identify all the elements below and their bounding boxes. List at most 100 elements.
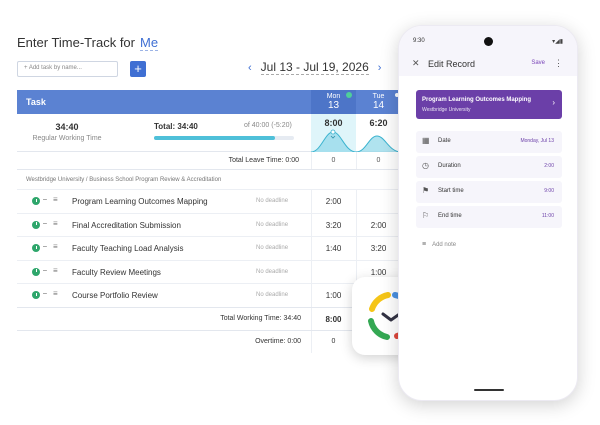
total-time: Total: 34:40	[154, 122, 198, 131]
collapse-icon[interactable]: –	[43, 243, 47, 250]
time-cell-tue[interactable]: 3:20	[356, 244, 401, 253]
time-cell-tue[interactable]: 2:00	[356, 221, 401, 230]
overtime-label: Overtime: 0:00	[255, 337, 301, 345]
project-name: Westbridge University / Business School …	[26, 177, 222, 183]
overtime-mon: 0	[331, 337, 336, 345]
end-time-field[interactable]: ⚐ End time 11:00	[416, 206, 562, 228]
date-navigator: ‹ Jul 13 - Jul 19, 2026 ›	[248, 60, 382, 75]
clock-icon[interactable]	[32, 220, 40, 229]
user-selector[interactable]: Me	[139, 35, 159, 51]
drag-handle-icon[interactable]: ≡	[53, 242, 58, 251]
total-working-mon: 8:00	[325, 314, 342, 324]
collapse-icon[interactable]: –	[43, 267, 47, 274]
drag-handle-icon[interactable]: ≡	[53, 219, 58, 228]
day-date: 14	[372, 100, 385, 111]
field-label: Start time	[438, 188, 464, 194]
drag-handle-icon[interactable]: ≡	[53, 195, 58, 204]
time-cell-mon[interactable]: 1:40	[311, 244, 356, 253]
next-week-button[interactable]: ›	[378, 62, 382, 74]
add-note-button[interactable]: ≡ Add note	[422, 241, 456, 248]
mon-total: 8:00	[324, 118, 343, 128]
deadline: No deadline	[256, 198, 289, 204]
time-cell-tue[interactable]: 1:00	[356, 268, 401, 277]
add-note-label: Add note	[432, 242, 457, 248]
progress-bar-fill	[154, 136, 276, 140]
clock-icon[interactable]	[32, 291, 40, 299]
leave-tue: 0	[376, 157, 381, 164]
clock-icon: ◷	[422, 161, 429, 170]
clock-icon[interactable]	[32, 197, 40, 205]
finish-flag-icon: ⚐	[422, 211, 430, 220]
field-value: Monday, Jul 13	[520, 138, 554, 144]
task-name[interactable]: Faculty Teaching Load Analysis	[72, 244, 183, 253]
close-icon[interactable]: ✕	[412, 58, 420, 69]
clock-icon[interactable]	[32, 244, 40, 252]
phone-header	[399, 26, 577, 76]
task-name[interactable]: Course Portfolio Review	[72, 291, 158, 300]
field-label: End time	[438, 213, 462, 219]
timesheet-table: Task Mon 13 Tue 14 34:40 Regular Working…	[17, 90, 401, 353]
calendar-icon: ▦	[422, 136, 430, 145]
day-date: 13	[327, 100, 340, 111]
overtime-row: Overtime: 0:00 0	[17, 329, 400, 353]
start-time-field[interactable]: ⚑ Start time 9:00	[416, 181, 562, 203]
regular-time-value: 34:40	[55, 122, 79, 132]
date-field[interactable]: ▦ Date Monday, Jul 13	[416, 131, 562, 153]
task-name[interactable]: Final Accreditation Submission	[72, 221, 181, 230]
column-divider	[356, 190, 357, 213]
time-cell-mon[interactable]: 3:20	[311, 221, 356, 230]
drag-handle-icon[interactable]: ≡	[53, 266, 58, 275]
duration-field[interactable]: ◷ Duration 2:00	[416, 156, 562, 178]
column-divider	[311, 260, 312, 283]
table-row[interactable]: – ≡ Faculty Review Meetings No deadline …	[17, 259, 401, 283]
drag-handle-icon[interactable]: ≡	[53, 289, 58, 298]
collapse-icon[interactable]: –	[43, 196, 47, 203]
field-value: 2:00	[544, 163, 554, 169]
more-icon[interactable]: ⋮	[554, 58, 563, 69]
deadline: No deadline	[256, 245, 289, 251]
date-range[interactable]: Jul 13 - Jul 19, 2026	[260, 60, 369, 75]
table-row[interactable]: – ≡ Course Portfolio Review No deadline …	[17, 283, 400, 307]
prev-week-button[interactable]: ‹	[248, 62, 252, 74]
flag-icon: ⚑	[422, 186, 430, 195]
home-indicator	[474, 389, 504, 391]
table-row[interactable]: – ≡ Final Accreditation Submission No de…	[17, 212, 401, 236]
day-header-tue[interactable]: Tue 14	[356, 90, 401, 114]
task-title: Program Learning Outcomes Mapping	[422, 97, 532, 103]
time-cell-mon[interactable]: 2:00	[311, 197, 356, 206]
status-icons: ▾◢▮	[552, 39, 563, 45]
mobile-preview: 9:30 ▾◢▮ ✕ Edit Record Save ⋮ Program Le…	[398, 25, 578, 401]
day-header-mon[interactable]: Mon 13	[311, 90, 356, 114]
daily-load-wave	[311, 129, 401, 152]
field-value: 11:00	[541, 213, 554, 219]
collapse-icon[interactable]: –	[43, 290, 47, 297]
task-name[interactable]: Program Learning Outcomes Mapping	[72, 197, 208, 206]
task-name[interactable]: Faculty Review Meetings	[72, 268, 161, 277]
add-task-button[interactable]: +	[130, 61, 146, 77]
table-row[interactable]: – ≡ Program Learning Outcomes Mapping No…	[17, 189, 400, 213]
add-task-input[interactable]: + Add task by name...	[17, 61, 118, 77]
regular-time-label: Regular Working Time	[32, 135, 102, 142]
task-org: Westbridge University	[422, 107, 471, 113]
page-title-text: Enter Time-Track for	[17, 35, 135, 50]
collapse-icon[interactable]: –	[43, 220, 47, 227]
tue-total: 6:20	[369, 118, 388, 128]
deadline: No deadline	[256, 292, 289, 298]
time-cell-mon[interactable]: 1:00	[311, 291, 356, 300]
phone-clock: 9:30	[413, 38, 425, 44]
leave-label: Total Leave Time: 0:00	[228, 157, 299, 164]
deadline: No deadline	[256, 268, 289, 275]
leave-row: Total Leave Time: 0:00 0 0	[17, 152, 400, 170]
total-working-label: Total Working Time: 34:40	[220, 314, 301, 322]
table-row[interactable]: – ≡ Faculty Teaching Load Analysis No de…	[17, 236, 400, 260]
phone-screen-title: Edit Record	[428, 59, 476, 69]
day-complete-icon	[346, 92, 352, 98]
clock-icon[interactable]	[32, 267, 40, 276]
camera-icon	[484, 37, 493, 46]
save-button[interactable]: Save	[531, 60, 545, 66]
total-working-row: Total Working Time: 34:40 8:00	[17, 306, 400, 330]
field-label: Duration	[438, 163, 461, 169]
task-selector[interactable]: Program Learning Outcomes Mapping Westbr…	[416, 90, 562, 119]
note-icon: ≡	[422, 241, 427, 248]
page-title: Enter Time-Track for Me	[17, 35, 159, 51]
